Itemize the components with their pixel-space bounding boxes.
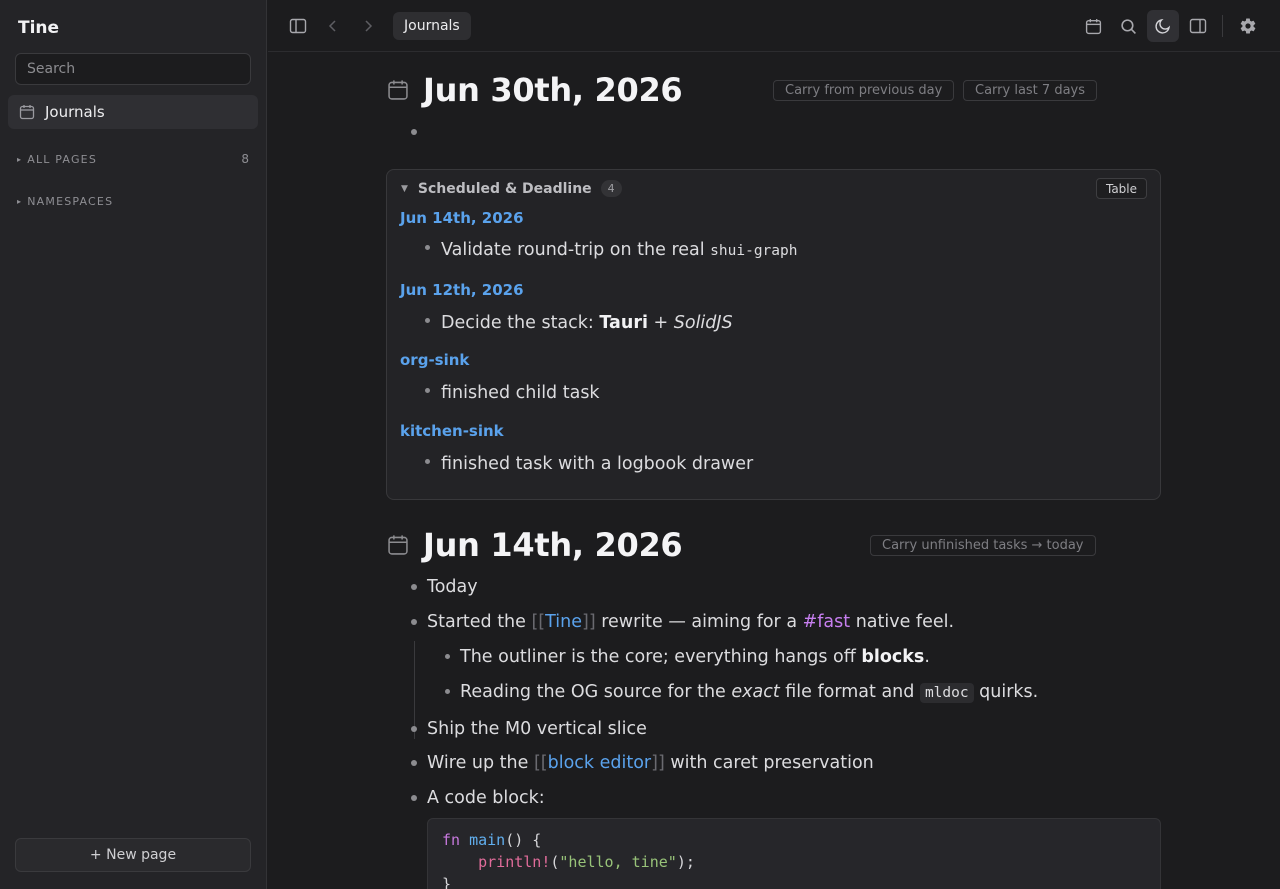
code-block[interactable]: fn main() { println!("hello, tine"); } — [427, 818, 1161, 889]
right-panel-icon[interactable] — [1182, 10, 1214, 42]
block-text[interactable]: Started the [[Tine]] rewrite — aiming fo… — [427, 612, 954, 632]
sidebar-toggle-icon[interactable] — [282, 10, 314, 42]
gear-icon[interactable] — [1232, 10, 1264, 42]
block-bullet[interactable] — [445, 689, 450, 694]
list-item[interactable]: Decide the stack: Tauri + SolidJS — [441, 313, 733, 333]
list-item[interactable]: Validate round-trip on the real shui-gra… — [441, 240, 797, 260]
toolbar-divider — [1222, 15, 1223, 37]
block-bullet[interactable] — [411, 619, 417, 625]
list-item[interactable]: finished child task — [441, 383, 600, 403]
app-title: Tine — [18, 18, 60, 38]
new-page-button[interactable]: + New page — [15, 838, 251, 872]
back-icon[interactable] — [317, 10, 349, 42]
caret-down-icon: ▼ — [401, 183, 408, 194]
caret-right-icon: ▸ — [17, 197, 23, 206]
namespaces-section[interactable]: ▸ NAMESPACES — [17, 195, 249, 208]
list-item-bullet — [425, 245, 430, 250]
breadcrumb[interactable]: Journals — [393, 12, 471, 40]
topbar: Journals — [268, 0, 1280, 52]
table-view-button[interactable]: Table — [1095, 178, 1147, 199]
page-link[interactable]: block editor — [548, 753, 652, 773]
group-title-jun14[interactable]: Jun 14th, 2026 — [400, 209, 524, 227]
scheduled-header[interactable]: ▼ Scheduled & Deadline 4 — [401, 180, 622, 197]
caret-right-icon: ▸ — [17, 154, 23, 164]
carry-last-7-days-button[interactable]: Carry last 7 days — [963, 80, 1097, 101]
sidebar: Tine Journals ▸ ALL PAGES 8 ▸ NAMESPACES… — [0, 0, 267, 889]
namespaces-label: NAMESPACES — [27, 195, 114, 208]
block-text[interactable]: A code block: — [427, 788, 545, 808]
block-bullet[interactable] — [411, 760, 417, 766]
calendar-icon — [388, 80, 408, 100]
sidebar-item-journals[interactable]: Journals — [8, 95, 258, 129]
group-title-kitchen-sink[interactable]: kitchen-sink — [400, 422, 504, 440]
forward-icon[interactable] — [352, 10, 384, 42]
calendar-icon — [388, 535, 408, 555]
journal-header: Jun 30th, 2026 — [387, 71, 683, 109]
block-text[interactable]: Ship the M0 vertical slice — [427, 719, 647, 739]
block-bullet[interactable] — [445, 654, 450, 659]
block-text[interactable]: The outliner is the core; everything han… — [460, 647, 930, 667]
carry-unfinished-button[interactable]: Carry unfinished tasks → today — [870, 535, 1096, 556]
block-text[interactable]: Reading the OG source for the exact file… — [460, 682, 1038, 703]
list-item-bullet — [425, 318, 430, 323]
list-item[interactable]: finished task with a logbook drawer — [441, 454, 753, 474]
block-bullet[interactable] — [411, 726, 417, 732]
scheduled-title: Scheduled & Deadline — [417, 180, 592, 197]
block-bullet[interactable] — [411, 795, 417, 801]
moon-icon[interactable] — [1147, 10, 1179, 42]
calendar-icon[interactable] — [1077, 10, 1109, 42]
block-text[interactable]: Today — [427, 577, 478, 597]
all-pages-section[interactable]: ▸ ALL PAGES 8 — [17, 152, 249, 166]
main-content: Jun 30th, 2026 Carry from previous day C… — [268, 53, 1280, 889]
page-link[interactable]: Tine — [545, 612, 582, 632]
block-text[interactable]: Wire up the [[block editor]] with caret … — [427, 753, 874, 773]
journal-title[interactable]: Jun 30th, 2026 — [423, 71, 683, 109]
journal-title[interactable]: Jun 14th, 2026 — [423, 526, 683, 564]
carry-previous-day-button[interactable]: Carry from previous day — [773, 80, 955, 101]
calendar-icon — [19, 105, 35, 120]
child-thread-line — [414, 641, 415, 739]
search-input[interactable] — [15, 53, 251, 85]
group-title-jun12[interactable]: Jun 12th, 2026 — [400, 281, 524, 299]
scheduled-count-badge: 4 — [600, 180, 622, 197]
group-title-org-sink[interactable]: org-sink — [400, 351, 469, 369]
sidebar-item-label: Journals — [45, 103, 105, 121]
list-item-bullet — [425, 459, 430, 464]
list-item-bullet — [425, 388, 430, 393]
search-icon[interactable] — [1112, 10, 1144, 42]
tag-link[interactable]: #fast — [803, 612, 851, 632]
empty-block-bullet[interactable] — [411, 129, 417, 135]
block-bullet[interactable] — [411, 584, 417, 590]
all-pages-label: ALL PAGES — [27, 152, 98, 166]
journal-header: Jun 14th, 2026 — [387, 526, 683, 564]
scheduled-deadline-panel: ▼ Scheduled & Deadline 4 Table Jun 14th,… — [386, 169, 1161, 500]
all-pages-count: 8 — [241, 152, 249, 166]
